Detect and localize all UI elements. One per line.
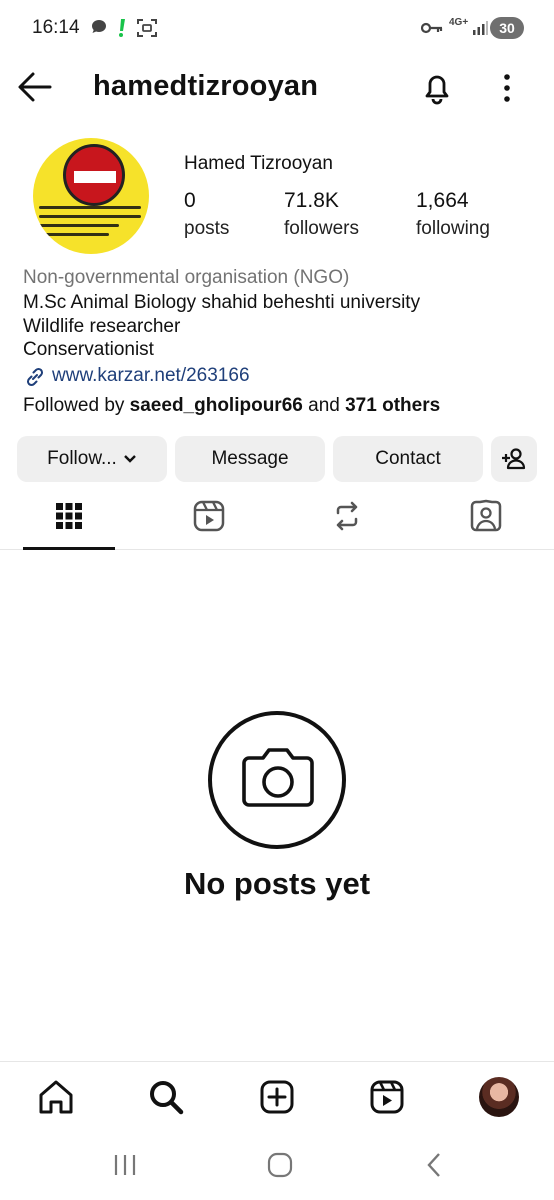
tagged-icon bbox=[470, 499, 502, 532]
add-person-icon bbox=[502, 448, 526, 470]
tab-reposts[interactable] bbox=[300, 492, 392, 550]
profile-username: hamedtizrooyan bbox=[93, 70, 319, 102]
nav-reels[interactable] bbox=[367, 1077, 407, 1117]
nav-search[interactable] bbox=[146, 1077, 186, 1117]
followed-by-mid: and bbox=[302, 395, 346, 416]
tab-posts-grid[interactable] bbox=[23, 492, 115, 550]
suggested-people-button[interactable] bbox=[491, 436, 537, 482]
followed-by[interactable]: Followed by saeed_gholipour66 and 371 ot… bbox=[23, 395, 440, 417]
contact-button-label: Contact bbox=[375, 448, 441, 469]
bottom-navigation bbox=[0, 1061, 554, 1137]
profile-avatar[interactable] bbox=[33, 138, 149, 254]
contact-button[interactable]: Contact bbox=[333, 436, 483, 482]
display-name: Hamed Tizrooyan bbox=[184, 153, 333, 174]
network-type: 4G+ bbox=[449, 17, 469, 28]
chevron-down-icon bbox=[123, 436, 137, 482]
more-vertical-icon bbox=[504, 74, 510, 102]
home-icon bbox=[39, 1080, 73, 1114]
link-icon bbox=[23, 365, 47, 389]
screen-record-icon bbox=[136, 18, 158, 43]
following-count[interactable]: 1,664 bbox=[416, 189, 469, 213]
bio-line: M.Sc Animal Biology shahid beheshti univ… bbox=[23, 292, 421, 313]
system-navigation bbox=[0, 1137, 554, 1200]
no-entry-sign-image bbox=[63, 144, 125, 206]
bio-line: Wildlife researcher bbox=[23, 316, 181, 337]
message-button[interactable]: Message bbox=[175, 436, 325, 482]
followers-label[interactable]: followers bbox=[284, 218, 359, 240]
followed-by-user[interactable]: saeed_gholipour66 bbox=[130, 395, 303, 416]
tab-tagged[interactable] bbox=[439, 492, 531, 550]
search-icon bbox=[150, 1081, 184, 1115]
back-button[interactable] bbox=[16, 70, 54, 104]
avatar-text-lines bbox=[33, 200, 149, 236]
message-button-label: Message bbox=[211, 448, 289, 469]
following-label[interactable]: following bbox=[416, 218, 490, 240]
system-back-button[interactable] bbox=[424, 1151, 444, 1184]
bio-line: Conservationist bbox=[23, 339, 154, 360]
profile-header: hamedtizrooyan bbox=[0, 58, 554, 118]
profile-tabs bbox=[0, 492, 554, 550]
arrow-left-icon bbox=[18, 72, 52, 102]
alert-icon bbox=[117, 18, 127, 43]
empty-state-title: No posts yet bbox=[183, 866, 371, 901]
active-tab-indicator bbox=[23, 547, 115, 550]
battery-indicator: 30 bbox=[490, 17, 524, 39]
create-icon bbox=[260, 1080, 294, 1114]
more-options-button[interactable] bbox=[494, 70, 520, 106]
tab-reels[interactable] bbox=[162, 492, 254, 550]
status-time: 16:14 bbox=[32, 17, 80, 38]
posts-count: 0 bbox=[184, 189, 196, 212]
followed-by-others[interactable]: 371 others bbox=[345, 395, 440, 416]
vpn-key-icon bbox=[420, 21, 443, 40]
recent-apps-button[interactable] bbox=[113, 1151, 137, 1184]
empty-state-icon-circle bbox=[208, 711, 346, 849]
chat-bubble-icon bbox=[90, 18, 108, 41]
nav-create[interactable] bbox=[257, 1077, 297, 1117]
camera-icon bbox=[242, 748, 314, 807]
posts-label: posts bbox=[184, 218, 230, 239]
reels-icon bbox=[370, 1080, 404, 1114]
grid-icon bbox=[56, 503, 82, 529]
profile-link-text[interactable]: www.karzar.net/263166 bbox=[52, 365, 250, 387]
signal-icon bbox=[472, 20, 488, 41]
bell-icon bbox=[425, 75, 449, 105]
follow-button[interactable]: Follow... bbox=[17, 436, 167, 482]
nav-home[interactable] bbox=[36, 1077, 76, 1117]
followed-by-prefix: Followed by bbox=[23, 395, 130, 416]
notifications-button[interactable] bbox=[418, 68, 456, 106]
nav-profile-avatar[interactable] bbox=[479, 1077, 519, 1117]
reels-icon bbox=[193, 500, 225, 532]
home-button[interactable] bbox=[266, 1151, 294, 1184]
reposts-icon bbox=[336, 501, 358, 531]
followers-count[interactable]: 71.8K bbox=[284, 189, 339, 213]
profile-category: Non-governmental organisation (NGO) bbox=[23, 267, 350, 288]
follow-button-label: Follow... bbox=[47, 448, 117, 470]
status-bar: 16:14 4G+ 30 bbox=[0, 0, 554, 58]
